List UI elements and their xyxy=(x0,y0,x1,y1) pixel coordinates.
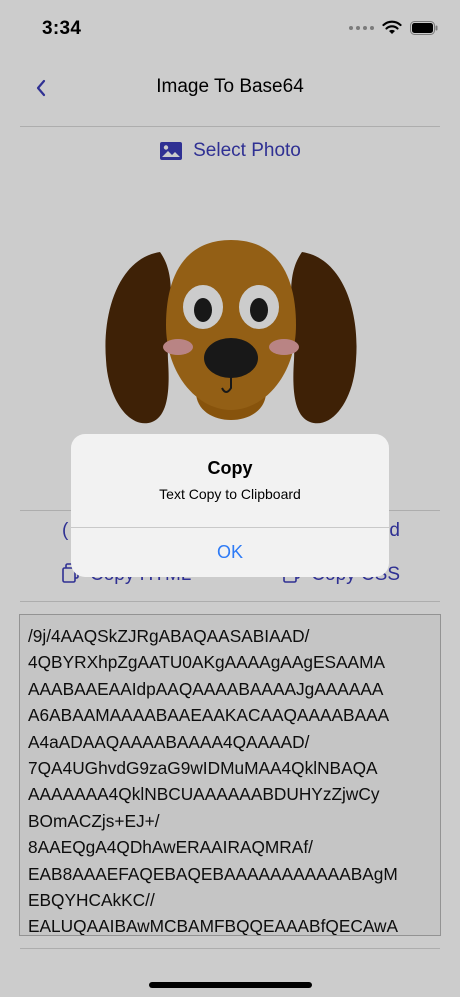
copy-alert-dialog: Copy Text Copy to Clipboard OK xyxy=(71,434,389,577)
alert-title: Copy xyxy=(207,458,253,478)
alert-message: Text Copy to Clipboard xyxy=(159,486,301,502)
home-indicator[interactable] xyxy=(149,982,312,988)
alert-ok-button[interactable]: OK xyxy=(71,528,389,577)
